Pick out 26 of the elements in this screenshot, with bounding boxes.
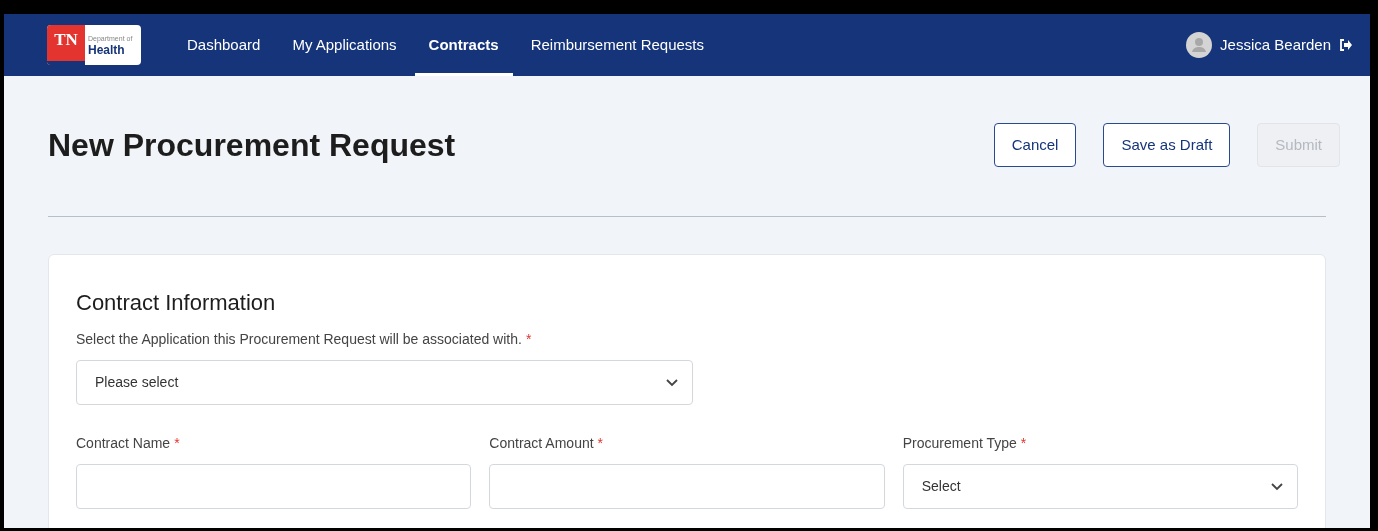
nav-tab[interactable]: Dashboard bbox=[173, 14, 275, 76]
nav-tab[interactable]: My Applications bbox=[278, 14, 411, 76]
field-label: Contract Amount bbox=[489, 435, 594, 451]
required-mark: * bbox=[525, 331, 532, 347]
avatar-icon[interactable] bbox=[1186, 32, 1213, 58]
input-field[interactable] bbox=[76, 464, 472, 509]
field-label: Contract Name bbox=[76, 435, 171, 451]
input-field[interactable] bbox=[489, 464, 885, 509]
action-button[interactable]: Save as Draft bbox=[1103, 123, 1231, 167]
nav-tab[interactable]: Reimbursement Requests bbox=[516, 14, 719, 76]
logo-text: Health bbox=[88, 43, 126, 56]
field-label: Procurement Type bbox=[902, 435, 1017, 451]
logo-mark: TN bbox=[47, 25, 85, 65]
dropdown[interactable]: Please select bbox=[76, 360, 693, 405]
dropdown[interactable]: Select bbox=[902, 464, 1298, 509]
field-label: Select the Application this Procurement Request will be associated with. bbox=[76, 331, 522, 347]
chevron-down-icon bbox=[666, 378, 678, 387]
page-title: New Procurement Request bbox=[48, 126, 456, 165]
required-mark: * bbox=[597, 435, 604, 451]
chevron-down-icon bbox=[1271, 482, 1283, 491]
section-title: Contract Information bbox=[76, 289, 277, 317]
required-mark: * bbox=[1020, 435, 1027, 451]
action-button[interactable]: Cancel bbox=[993, 123, 1077, 167]
logout-icon[interactable] bbox=[1339, 39, 1352, 51]
required-mark: * bbox=[174, 435, 180, 451]
user-name[interactable]: Jessica Bearden bbox=[1220, 33, 1331, 57]
